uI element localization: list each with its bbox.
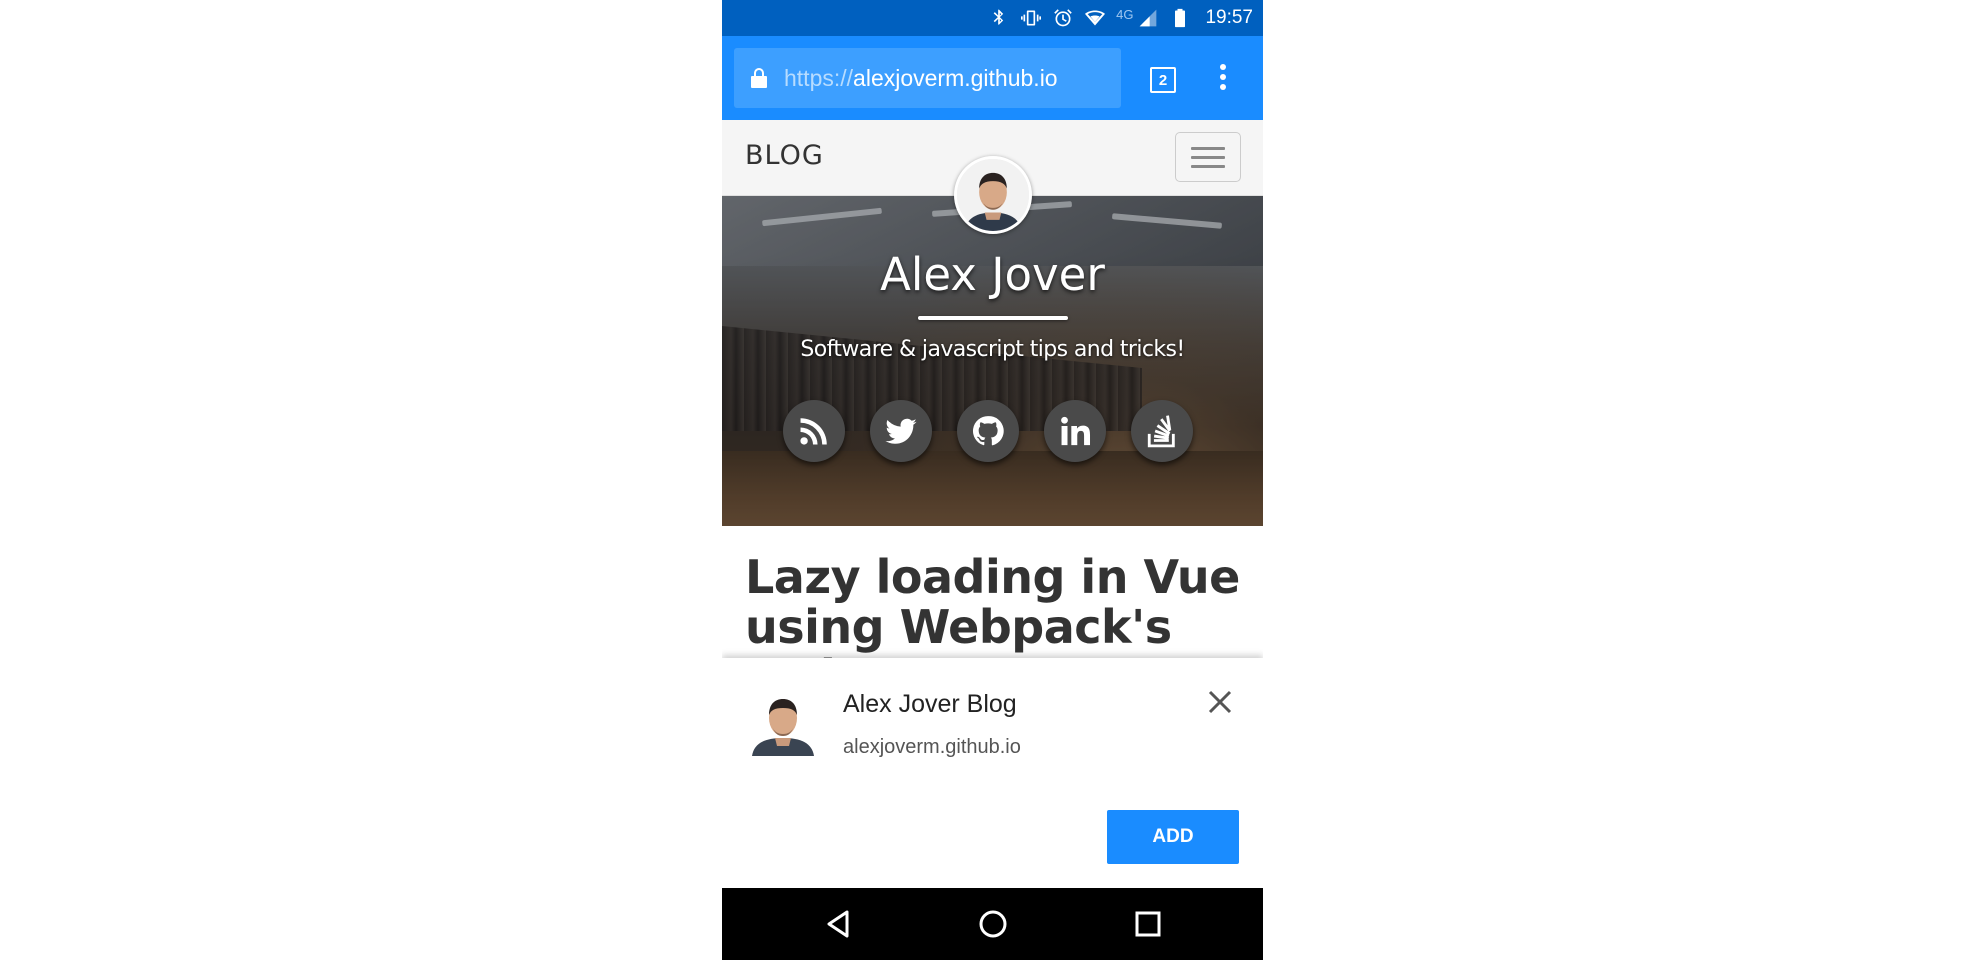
social-links	[722, 400, 1263, 462]
status-bar: 4G 19:57	[722, 0, 1263, 36]
linkedin-icon[interactable]	[1044, 400, 1106, 462]
lock-icon	[750, 67, 768, 89]
url-host: alexjoverm.github.io	[853, 64, 1058, 91]
hamburger-menu-button[interactable]	[1175, 132, 1241, 182]
network-type-label: 4G	[1116, 6, 1134, 22]
close-icon[interactable]	[1206, 688, 1234, 716]
home-icon[interactable]	[977, 908, 1009, 940]
browser-toolbar: https://alexjoverm.github.io 2	[722, 36, 1263, 120]
github-icon[interactable]	[957, 400, 1019, 462]
add-button[interactable]: ADD	[1107, 810, 1239, 864]
clock: 19:57	[1205, 7, 1253, 28]
vibrate-icon	[1020, 7, 1042, 29]
twitter-icon[interactable]	[870, 400, 932, 462]
bluetooth-icon	[988, 7, 1010, 29]
system-navigation-bar	[722, 888, 1263, 960]
add-to-homescreen-banner: Alex Jover Blog alexjoverm.github.io ADD	[722, 658, 1263, 888]
rss-icon[interactable]	[783, 400, 845, 462]
tab-switcher-button[interactable]: 2	[1150, 67, 1176, 93]
browser-menu-icon[interactable]	[1216, 64, 1230, 96]
header-subtitle: Software & javascript tips and tricks!	[800, 337, 1185, 362]
phone-screen: 4G 19:57 https://alexjoverm.github.io 2 …	[722, 0, 1263, 960]
back-icon[interactable]	[823, 908, 855, 940]
alarm-icon	[1052, 7, 1074, 29]
app-url: alexjoverm.github.io	[843, 736, 1021, 758]
header-banner: Alex Jover Software & javascript tips an…	[722, 196, 1263, 526]
signal-icon	[1137, 7, 1159, 29]
wifi-icon	[1084, 7, 1106, 29]
app-name: Alex Jover Blog	[843, 690, 1017, 718]
address-bar[interactable]: https://alexjoverm.github.io	[734, 48, 1121, 108]
app-icon	[748, 686, 818, 756]
recents-icon[interactable]	[1132, 908, 1164, 940]
header-divider	[918, 316, 1068, 320]
author-avatar	[954, 156, 1032, 234]
site-brand[interactable]: BLOG	[745, 140, 824, 171]
battery-icon	[1169, 7, 1191, 29]
header-title: Alex Jover	[880, 248, 1105, 301]
url-text: https://alexjoverm.github.io	[784, 65, 1058, 92]
url-scheme: https://	[784, 64, 854, 91]
stackoverflow-icon[interactable]	[1131, 400, 1193, 462]
